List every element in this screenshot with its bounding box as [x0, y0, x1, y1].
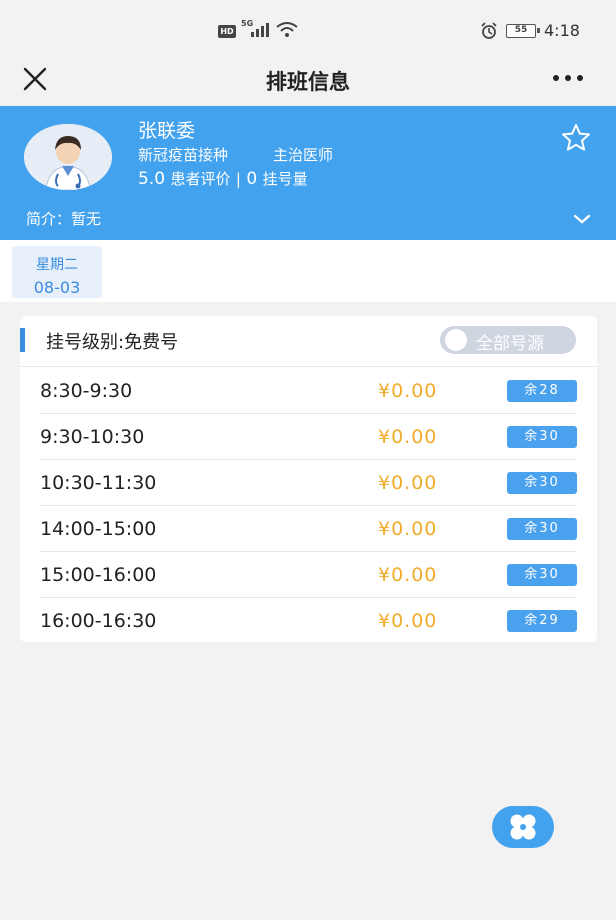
slot-price: ¥0.00 — [378, 380, 438, 402]
slot-time: 15:00-16:00 — [40, 564, 157, 586]
doctor-title: 主治医师 — [273, 146, 334, 164]
slot-row[interactable]: 14:00-15:00 ¥0.00 余30 — [40, 506, 577, 552]
slot-remaining-badge[interactable]: 余30 — [507, 426, 577, 448]
level-accent — [20, 328, 25, 352]
slot-price: ¥0.00 — [378, 564, 438, 586]
registrations-label: 挂号量 — [262, 170, 308, 188]
alarm-icon — [481, 22, 497, 39]
doctor-stats: 5.0 患者评价 | 0 挂号量 — [138, 168, 308, 189]
toggle-label: 全部号源 — [476, 334, 544, 354]
slot-remaining-badge[interactable]: 余30 — [507, 472, 577, 494]
status-bar: HD 5G 55 4:18 — [0, 0, 616, 58]
slot-row[interactable]: 16:00-16:30 ¥0.00 余29 — [40, 598, 577, 644]
chevron-down-icon[interactable] — [572, 212, 592, 226]
page-title: 排班信息 — [266, 70, 350, 94]
doctor-card: 张联委 新冠疫苗接种 主治医师 5.0 患者评价 | 0 挂号量 简介：暂无 — [0, 106, 616, 240]
network-type: 5G — [241, 19, 254, 28]
slot-time: 10:30-11:30 — [40, 472, 157, 494]
slot-row[interactable]: 8:30-9:30 ¥0.00 余28 — [40, 368, 577, 414]
slot-price: ¥0.00 — [378, 610, 438, 632]
slot-time: 14:00-15:00 — [40, 518, 157, 540]
slot-price: ¥0.00 — [378, 472, 438, 494]
slot-remaining-badge[interactable]: 余30 — [507, 564, 577, 586]
date-value: 08-03 — [33, 278, 81, 297]
divider — [20, 366, 597, 367]
schedule-card: 挂号级别:免费号 全部号源 8:30-9:30 ¥0.00 余28 9:30-1… — [20, 316, 597, 642]
slot-row[interactable]: 9:30-10:30 ¥0.00 余30 — [40, 414, 577, 460]
avatar-icon — [24, 124, 112, 190]
status-time: 4:18 — [544, 21, 580, 40]
date-strip: 星期二 08-03 — [0, 240, 616, 302]
more-icon[interactable] — [550, 68, 586, 88]
floating-menu-button[interactable] — [492, 806, 554, 848]
rating-label: 患者评价 — [170, 170, 231, 188]
stats-divider: | — [235, 170, 241, 188]
slot-row[interactable]: 15:00-16:00 ¥0.00 余30 — [40, 552, 577, 598]
slot-remaining-badge[interactable]: 余29 — [507, 610, 577, 632]
hd-icon: HD — [218, 25, 236, 38]
slot-row[interactable]: 10:30-11:30 ¥0.00 余30 — [40, 460, 577, 506]
doctor-department: 新冠疫苗接种 — [138, 146, 229, 164]
toggle-knob — [445, 329, 467, 351]
signal-icon: 5G — [241, 19, 271, 39]
date-weekday: 星期二 — [36, 257, 78, 273]
nav-bar: 排班信息 — [0, 58, 616, 106]
slot-time: 8:30-9:30 — [40, 380, 133, 402]
slot-price: ¥0.00 — [378, 518, 438, 540]
slot-price: ¥0.00 — [378, 426, 438, 448]
battery-icon: 55 — [506, 24, 540, 38]
star-icon[interactable] — [560, 122, 592, 154]
registrations-value: 0 — [246, 169, 258, 189]
clover-menu-icon — [510, 814, 536, 840]
date-chip-selected[interactable]: 星期二 08-03 — [12, 246, 102, 298]
slot-time: 16:00-16:30 — [40, 610, 157, 632]
wifi-icon — [276, 22, 298, 37]
registration-level-label: 挂号级别:免费号 — [46, 332, 179, 353]
slot-remaining-badge[interactable]: 余30 — [507, 518, 577, 540]
all-slots-toggle[interactable]: 全部号源 — [440, 326, 576, 354]
slot-time: 9:30-10:30 — [40, 426, 145, 448]
doctor-intro: 简介：暂无 — [26, 210, 102, 228]
doctor-name: 张联委 — [138, 120, 196, 142]
slot-remaining-badge[interactable]: 余28 — [507, 380, 577, 402]
rating-value: 5.0 — [138, 169, 166, 189]
